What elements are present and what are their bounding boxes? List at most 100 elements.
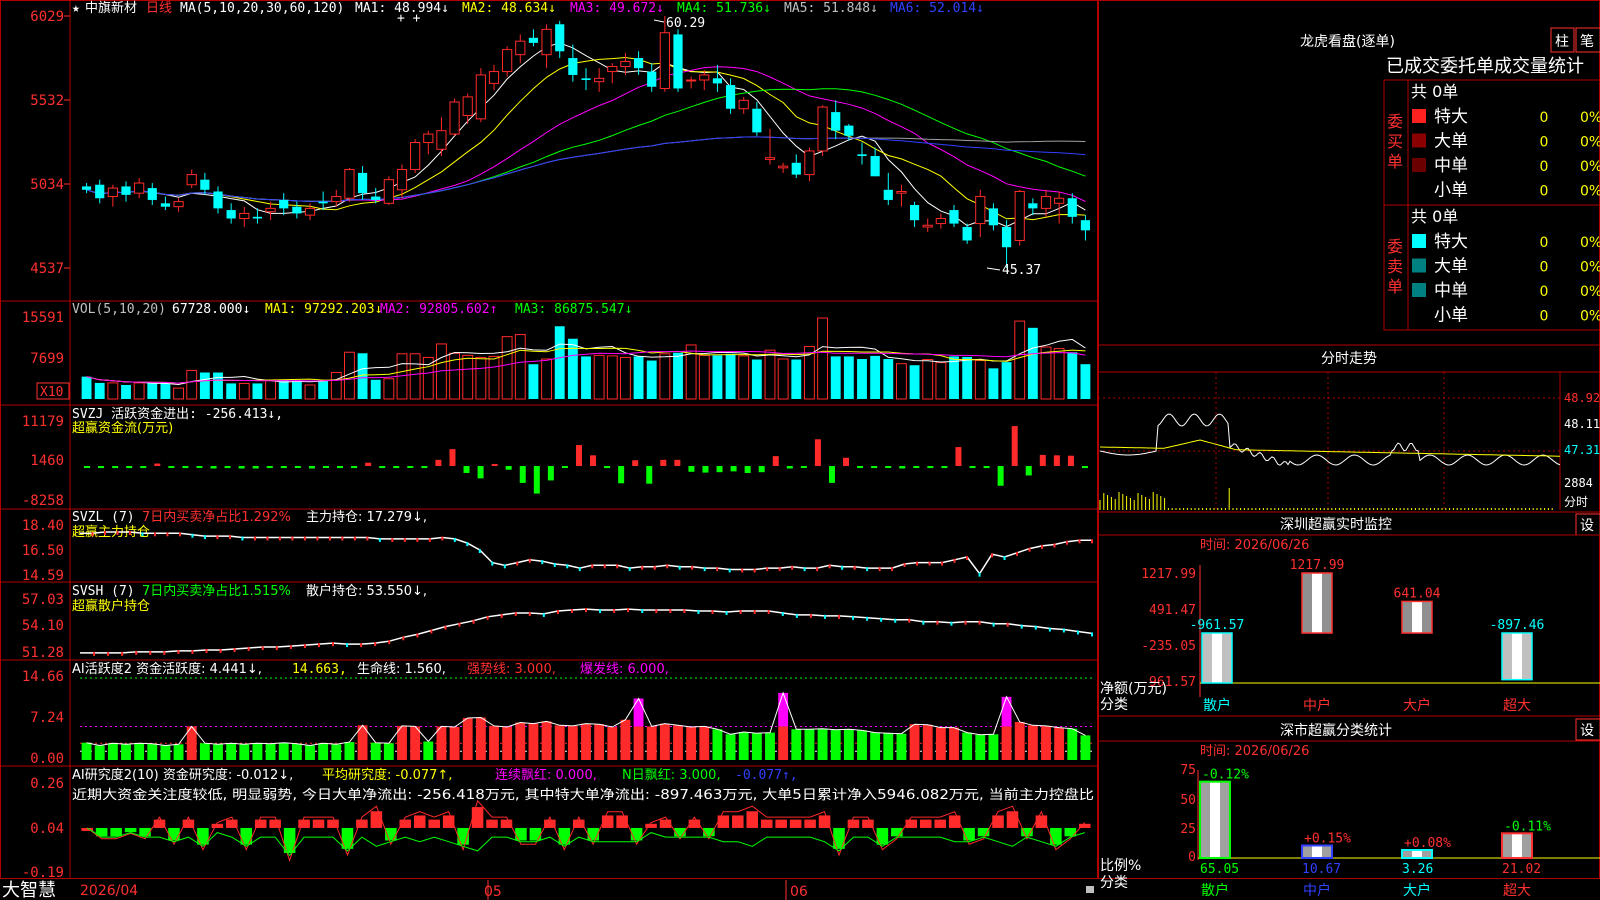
brand-logo[interactable]: 大智慧 (2, 880, 56, 900)
ai2-bar (919, 819, 932, 828)
lock-icon[interactable] (1086, 886, 1094, 893)
ai1-bar (81, 742, 92, 760)
svzj-bar (730, 466, 737, 472)
ai2-tick-1: 0.26 (30, 776, 64, 792)
szm-category: 中户 (1303, 697, 1331, 714)
szm-category: 大户 (1403, 697, 1431, 714)
ai1-v4: 强势线: 3.000, (467, 661, 556, 677)
vol-bar (870, 355, 881, 399)
lhb-sell-label: 单 (1387, 277, 1403, 296)
ai2-bar (789, 819, 802, 828)
vol-bar (1040, 346, 1052, 400)
ai1-bar (278, 742, 289, 760)
svzl-axis: 18.40 16.50 14.59 (22, 518, 64, 584)
svsh-line (80, 608, 1093, 656)
sz-class-time: 时间: 2026/06/26 (1200, 744, 1309, 759)
low-note: 45.37 (1002, 263, 1041, 278)
svzl-tick-3: 14.59 (22, 568, 64, 584)
candle-body (200, 179, 210, 190)
svsh-tick-2: 54.10 (22, 618, 64, 634)
ai2-text: 近期大资金关注度较低, 明显弱势, 今日大单净流出: -256.418万元, 其… (72, 787, 1094, 803)
szc-category: 超大 (1503, 883, 1531, 899)
ai1-bar-top (633, 698, 644, 727)
lhb-buy-row-count: 0 (1540, 184, 1549, 200)
lhb-sell-label: 委 (1387, 237, 1403, 256)
candle-body (581, 78, 591, 81)
vol-bar (501, 336, 513, 400)
candle-body (909, 205, 920, 221)
ai1-bar (765, 732, 775, 760)
lhb-sell-total: 共 0单 (1411, 207, 1458, 226)
szc-bar-shine (1210, 781, 1220, 858)
vol-bar (199, 372, 210, 399)
vol-bar (830, 356, 841, 399)
szm-bar-shine (1512, 633, 1522, 680)
fenshi-title: 分时走势 (1321, 351, 1377, 367)
fenshi-tick-4: 2884 (1564, 476, 1593, 490)
svzj-bar (604, 466, 611, 469)
lhb-btn-bar-label[interactable]: 柱 (1555, 34, 1569, 50)
svzj-bar (590, 455, 597, 467)
vol-value: 67728.000↓ (172, 302, 250, 317)
vol-bar (409, 353, 421, 400)
vol-tick-2: 7699 (30, 351, 64, 367)
ai1-bar (778, 726, 789, 760)
ai2-bar (529, 827, 542, 841)
vol-ma2: MA2: 92805.602↑ (380, 302, 497, 317)
vol-bar (186, 369, 198, 400)
candle-body (725, 85, 736, 109)
ai1-bar (712, 729, 723, 760)
svzj-bar (1025, 466, 1032, 476)
vol-bar (488, 355, 500, 400)
svsh-header: SVSH (7) 7日内买卖净占比1.515% 散户持仓: 53.550↓, 超… (72, 583, 427, 614)
ai1-bar (344, 742, 355, 760)
vol-bar (974, 360, 986, 400)
svzj-bar (1011, 426, 1018, 467)
ai1-bar (291, 743, 302, 760)
sz-monitor-settings-label[interactable]: 设 (1580, 518, 1594, 534)
svzj-bar (646, 466, 653, 484)
ai1-bar (949, 727, 959, 760)
ai1-bar (462, 718, 473, 760)
period-label[interactable]: 日线 (146, 1, 172, 16)
sz-class-settings-label[interactable]: 设 (1580, 723, 1594, 739)
lhb-btn-tick-label[interactable]: 笔 (1580, 34, 1594, 50)
price-axis: 6029 5532 5034 4537 (30, 9, 64, 277)
szm-bar-shine (1312, 573, 1322, 633)
ai2-bar (934, 819, 946, 828)
svzj-bar (871, 466, 878, 469)
svzj-bar (533, 466, 540, 494)
ai1-bar (528, 723, 539, 760)
ai1-bar (331, 744, 342, 760)
svzj-bar (1053, 455, 1060, 467)
candle-body (134, 182, 145, 194)
vol-bar (318, 380, 329, 399)
szm-bar-label: 1217.99 (1290, 558, 1345, 573)
vol-bar (383, 378, 395, 400)
month-05: 05 (484, 884, 502, 900)
szc-bar-value: 21.02 (1502, 862, 1541, 877)
ma2-value: MA2: 48.634↓ (462, 1, 556, 16)
candles (81, 16, 1091, 268)
szc-tick-3: 25 (1180, 822, 1196, 837)
candle-body (752, 108, 762, 133)
vol-bar (962, 356, 973, 399)
candle-body (870, 156, 880, 177)
vol-bar (81, 376, 92, 399)
candle-body (647, 71, 657, 87)
lhb-buy-row-pct: 0% (1580, 159, 1600, 175)
candle-body (949, 210, 959, 224)
candle-body (160, 203, 171, 207)
szm-category: 散户 (1203, 697, 1231, 714)
star-icon[interactable]: ★ (72, 1, 80, 16)
candle-body (922, 224, 933, 228)
svzj-bar (365, 462, 372, 467)
ai1-bar (896, 733, 907, 760)
date-start: 2026/04 (80, 883, 138, 899)
ai1-bar (134, 743, 145, 760)
ai1-bar (107, 743, 118, 760)
candle-body (1014, 190, 1025, 241)
candle-body (81, 186, 92, 190)
svsh-tick-1: 57.03 (22, 592, 64, 608)
szc-bar-shine (1412, 850, 1422, 858)
